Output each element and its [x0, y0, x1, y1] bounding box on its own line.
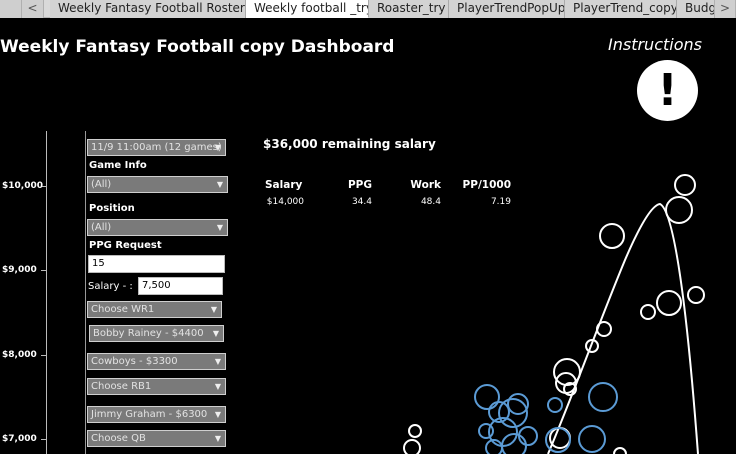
player-bubble[interactable]	[674, 174, 696, 196]
player-bubble[interactable]	[613, 447, 627, 454]
bubble-group	[403, 174, 705, 454]
player-bubble[interactable]	[687, 286, 705, 304]
player-bubble[interactable]	[408, 424, 422, 438]
player-bubble[interactable]	[403, 439, 421, 454]
player-bubble[interactable]	[588, 382, 618, 412]
player-bubble[interactable]	[474, 384, 500, 410]
player-bubble-plot	[403, 174, 705, 454]
player-bubble[interactable]	[547, 397, 563, 413]
player-bubble[interactable]	[599, 223, 625, 249]
player-bubble[interactable]	[478, 423, 494, 439]
player-bubble[interactable]	[665, 196, 693, 224]
player-bubble[interactable]	[656, 290, 682, 316]
player-bubble[interactable]	[596, 321, 612, 337]
player-bubble[interactable]	[640, 304, 656, 320]
player-bubble[interactable]	[578, 425, 606, 453]
